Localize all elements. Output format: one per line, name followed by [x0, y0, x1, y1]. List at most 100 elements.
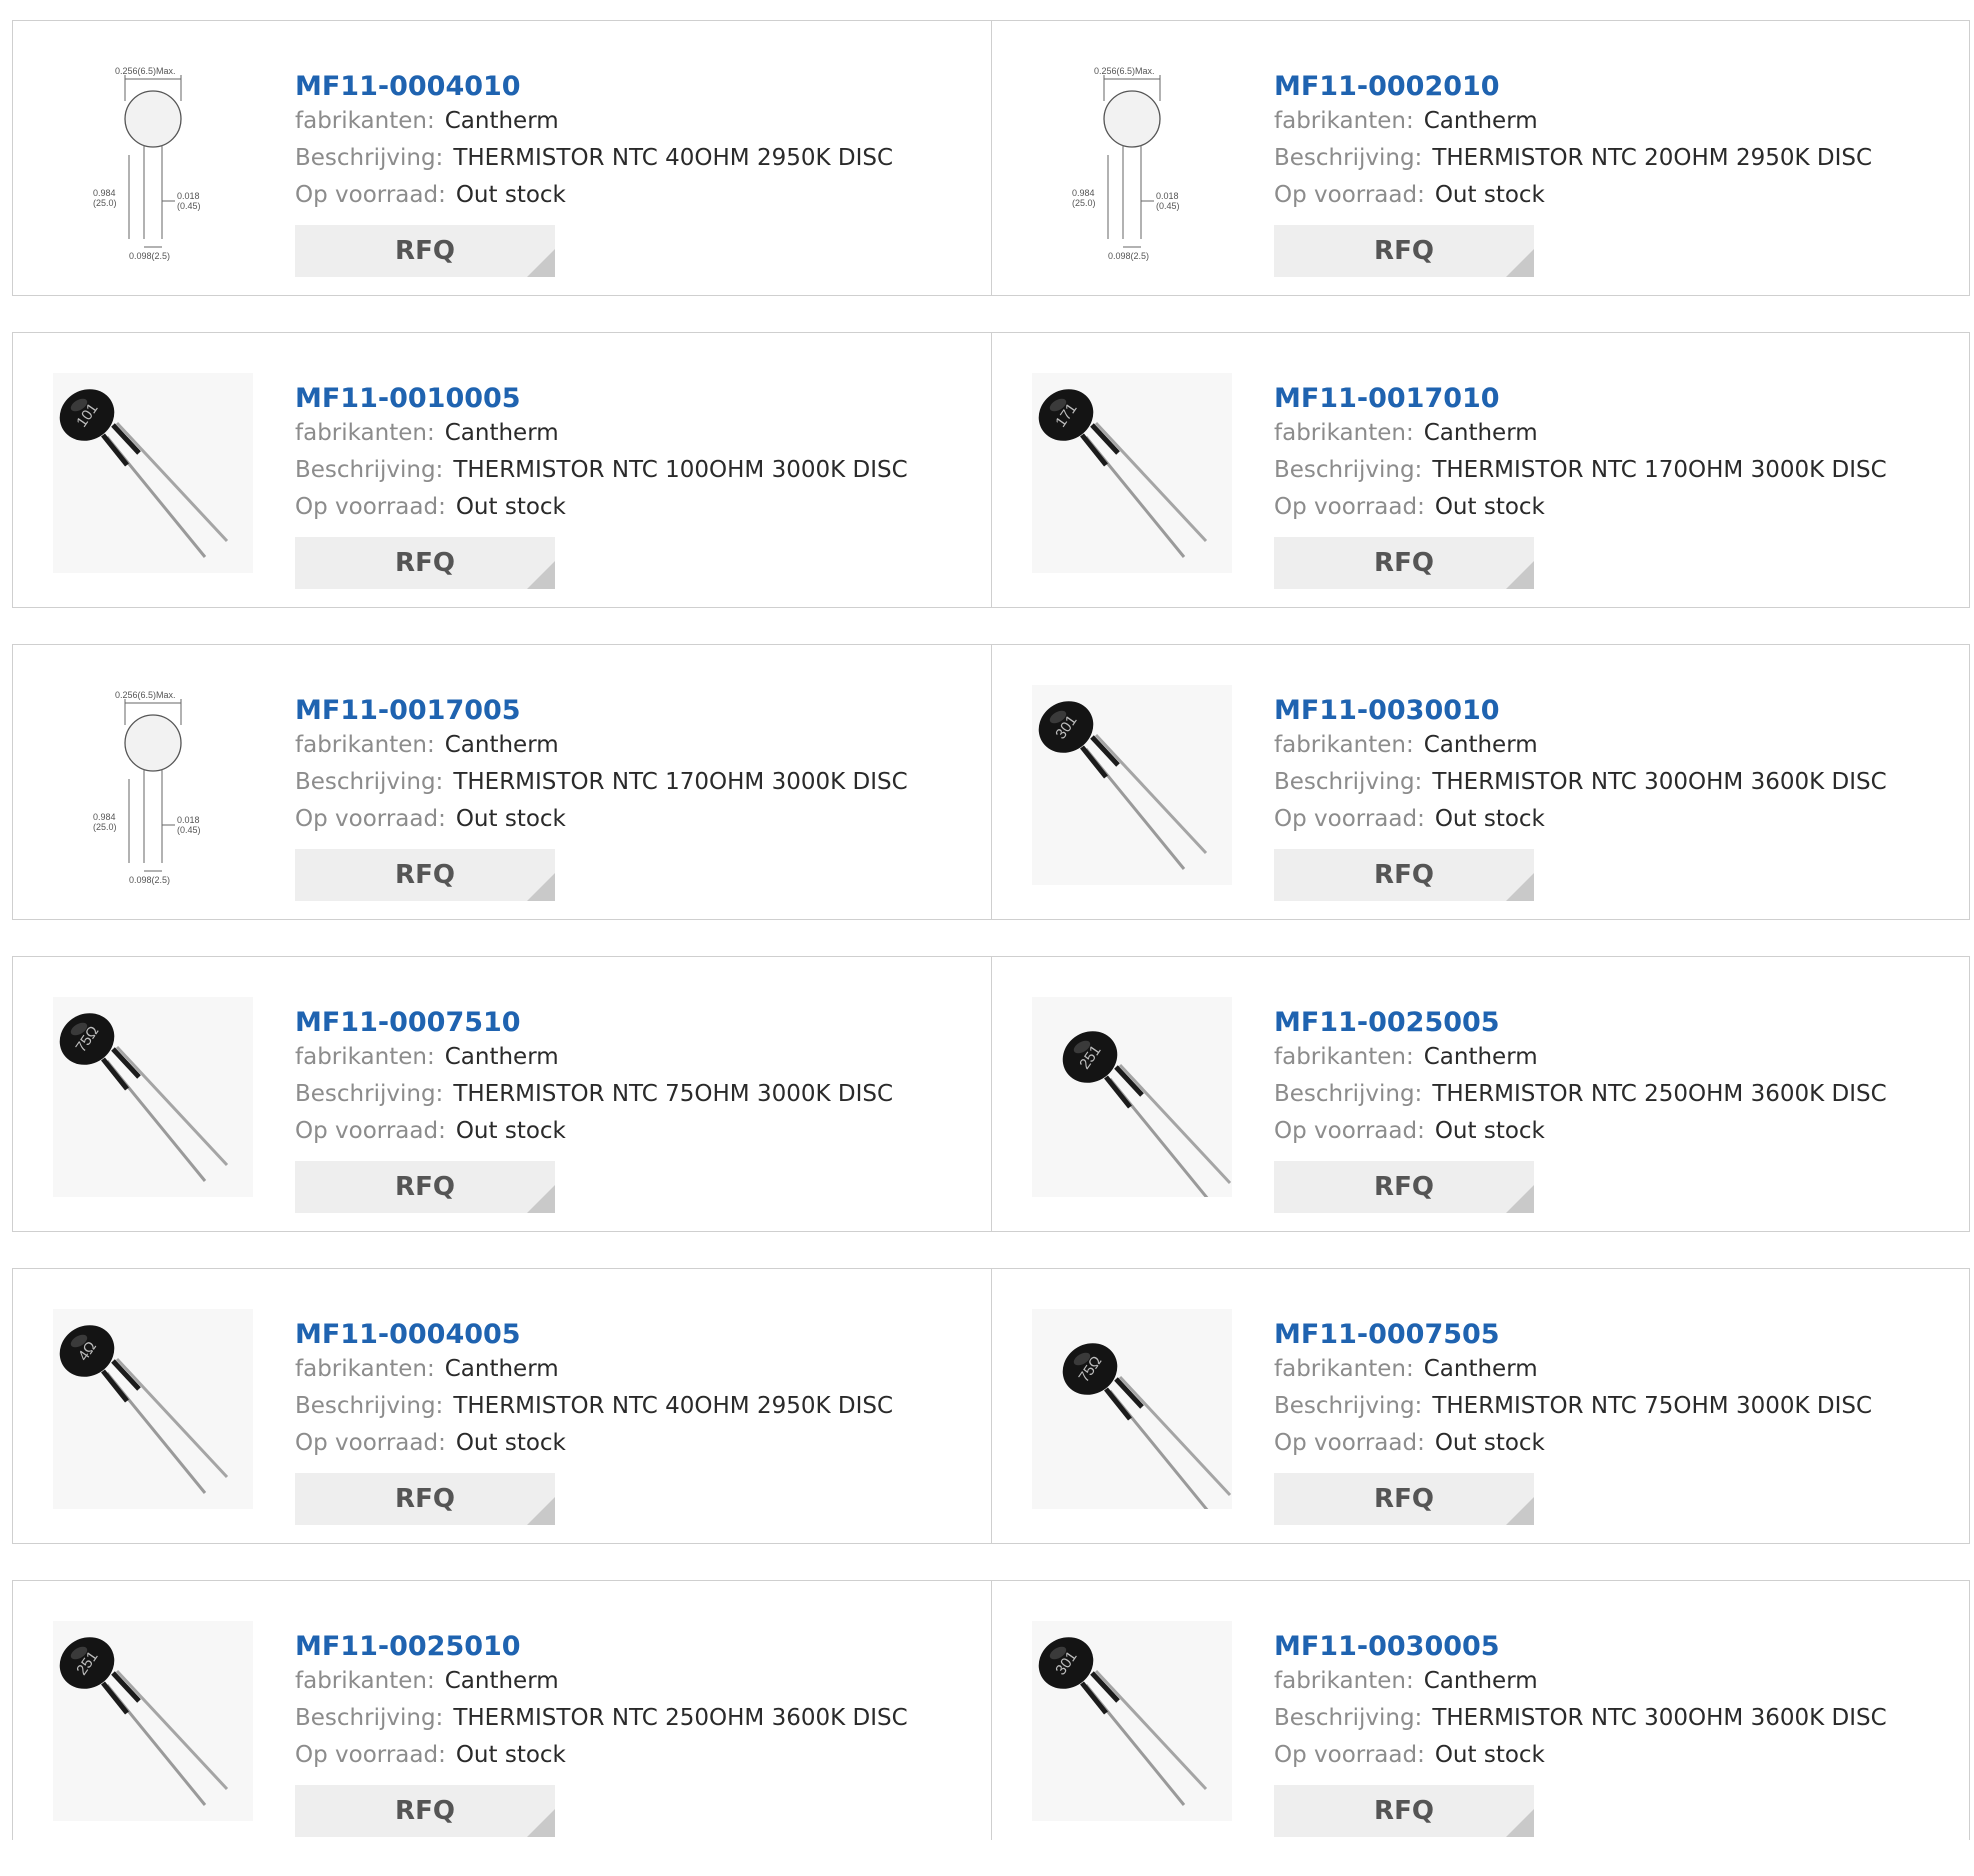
product-part-link[interactable]: MF11-0017005: [295, 697, 981, 727]
diagram-lead-label-mm: (0.45): [177, 825, 201, 835]
manufacturer-value: Cantherm: [1423, 1044, 1538, 1070]
product-part-link[interactable]: MF11-0030010: [1274, 697, 1959, 727]
product-card: 301 MF11-0030010 fabrikanten: Cantherm Besch…: [991, 645, 1969, 919]
corner-triangle-icon: [527, 561, 555, 589]
stock-label: Op voorraad:: [295, 1118, 446, 1144]
manufacturer-row: fabrikanten: Cantherm: [1274, 103, 1959, 140]
manufacturer-label: fabrikanten:: [295, 1668, 435, 1694]
diagram-length-label: 0.984: [93, 188, 116, 198]
product-card: 301 MF11-0030005 fabrikanten: Cantherm Besch…: [991, 1581, 1969, 1840]
manufacturer-value: Cantherm: [444, 1668, 559, 1694]
thermistor-photo[interactable]: 301: [1032, 1621, 1232, 1821]
description-row: Beschrijving: THERMISTOR NTC 250OHM 3600K…: [1274, 1076, 1959, 1113]
manufacturer-value: Cantherm: [444, 420, 559, 446]
manufacturer-value: Cantherm: [1423, 1668, 1538, 1694]
diagram-diameter-label: 0.256(6.5)Max.: [115, 690, 176, 700]
manufacturer-row: fabrikanten: Cantherm: [1274, 727, 1959, 764]
diagram-diameter-label: 0.256(6.5)Max.: [115, 66, 176, 76]
description-label: Beschrijving:: [295, 145, 444, 171]
rfq-button-label: RFQ: [1374, 236, 1434, 266]
rfq-button[interactable]: RFQ: [1274, 225, 1534, 277]
corner-triangle-icon: [527, 1185, 555, 1213]
rfq-button[interactable]: RFQ: [295, 849, 555, 901]
product-row: 101 MF11-0010005 fabrikanten: Cantherm Besch…: [12, 332, 1970, 608]
rfq-button[interactable]: RFQ: [295, 537, 555, 589]
product-part-link[interactable]: MF11-0017010: [1274, 385, 1959, 415]
product-part-link[interactable]: MF11-0025005: [1274, 1009, 1959, 1039]
product-part-link[interactable]: MF11-0025010: [295, 1633, 981, 1663]
description-value: THERMISTOR NTC 75OHM 3000K DISC: [1432, 1393, 1873, 1419]
product-card: 171 MF11-0017010 fabrikanten: Cantherm Besch…: [991, 333, 1969, 607]
manufacturer-label: fabrikanten:: [1274, 1044, 1414, 1070]
product-part-link[interactable]: MF11-0002010: [1274, 73, 1959, 103]
thermistor-photo[interactable]: 301: [1032, 685, 1232, 885]
product-info: MF11-0017005 fabrikanten: Cantherm Beschrij…: [295, 673, 981, 901]
dimension-diagram-image[interactable]: 0.256(6.5)Max. 0.984 (25.0) 0.018 (0.45) 0.09…: [53, 685, 253, 885]
manufacturer-row: fabrikanten: Cantherm: [1274, 415, 1959, 452]
thermistor-photo[interactable]: 4Ω: [53, 1309, 253, 1509]
product-card: 4Ω MF11-0004005 fabrikanten: Cantherm Beschr…: [13, 1269, 991, 1543]
thermistor-photo[interactable]: 171: [1032, 373, 1232, 573]
manufacturer-row: fabrikanten: Cantherm: [295, 727, 981, 764]
stock-label: Op voorraad:: [1274, 1118, 1425, 1144]
rfq-button[interactable]: RFQ: [1274, 849, 1534, 901]
rfq-button[interactable]: RFQ: [295, 1473, 555, 1525]
thermistor-photo[interactable]: 251: [1032, 997, 1232, 1197]
product-part-link[interactable]: MF11-0010005: [295, 385, 981, 415]
product-part-link[interactable]: MF11-0004005: [295, 1321, 981, 1351]
stock-label: Op voorraad:: [295, 182, 446, 208]
product-card: 0.256(6.5)Max. 0.984 (25.0) 0.018 (0.45) 0.09…: [13, 645, 991, 919]
manufacturer-label: fabrikanten:: [295, 1356, 435, 1382]
rfq-button[interactable]: RFQ: [295, 1161, 555, 1213]
manufacturer-label: fabrikanten:: [1274, 732, 1414, 758]
rfq-button[interactable]: RFQ: [1274, 1473, 1534, 1525]
stock-row: Op voorraad: Out stock: [295, 1737, 981, 1774]
rfq-button[interactable]: RFQ: [1274, 1161, 1534, 1213]
corner-triangle-icon: [1506, 1809, 1534, 1837]
corner-triangle-icon: [1506, 873, 1534, 901]
diagram-lead-label-mm: (0.45): [177, 201, 201, 211]
product-part-link[interactable]: MF11-0004010: [295, 73, 981, 103]
stock-value: Out stock: [455, 1742, 566, 1768]
description-row: Beschrijving: THERMISTOR NTC 40OHM 2950K …: [295, 1388, 981, 1425]
product-info: MF11-0030005 fabrikanten: Cantherm Beschrij…: [1274, 1609, 1959, 1837]
dimension-diagram-image[interactable]: 0.256(6.5)Max. 0.984 (25.0) 0.018 (0.45) 0.09…: [53, 61, 253, 261]
thermistor-photo[interactable]: 75Ω: [1032, 1309, 1232, 1509]
product-row: 251 MF11-0025010 fabrikanten: Cantherm Besch…: [12, 1580, 1970, 1840]
stock-value: Out stock: [1434, 1118, 1545, 1144]
product-part-link[interactable]: MF11-0007505: [1274, 1321, 1959, 1351]
description-label: Beschrijving:: [1274, 769, 1423, 795]
description-label: Beschrijving:: [1274, 457, 1423, 483]
description-row: Beschrijving: THERMISTOR NTC 75OHM 3000K …: [1274, 1388, 1959, 1425]
description-label: Beschrijving:: [1274, 1705, 1423, 1731]
product-grid: 0.256(6.5)Max. 0.984 (25.0) 0.018 (0.45) 0.09…: [12, 20, 1970, 1876]
rfq-button[interactable]: RFQ: [1274, 537, 1534, 589]
manufacturer-row: fabrikanten: Cantherm: [295, 1039, 981, 1076]
corner-triangle-icon: [527, 1497, 555, 1525]
thermistor-photo[interactable]: 101: [53, 373, 253, 573]
stock-row: Op voorraad: Out stock: [1274, 1425, 1959, 1462]
manufacturer-value: Cantherm: [444, 1356, 559, 1382]
manufacturer-value: Cantherm: [1423, 732, 1538, 758]
description-label: Beschrijving:: [295, 1705, 444, 1731]
product-part-link[interactable]: MF11-0007510: [295, 1009, 981, 1039]
stock-row: Op voorraad: Out stock: [295, 177, 981, 214]
product-card: 251 MF11-0025005 fabrikanten: Cantherm Besch…: [991, 957, 1969, 1231]
manufacturer-value: Cantherm: [1423, 1356, 1538, 1382]
dimension-diagram-image[interactable]: 0.256(6.5)Max. 0.984 (25.0) 0.018 (0.45) 0.09…: [1032, 61, 1232, 261]
product-card: 101 MF11-0010005 fabrikanten: Cantherm Besch…: [13, 333, 991, 607]
thermistor-photo[interactable]: 251: [53, 1621, 253, 1821]
description-label: Beschrijving:: [295, 457, 444, 483]
manufacturer-label: fabrikanten:: [1274, 1356, 1414, 1382]
manufacturer-label: fabrikanten:: [1274, 420, 1414, 446]
stock-row: Op voorraad: Out stock: [1274, 489, 1959, 526]
description-row: Beschrijving: THERMISTOR NTC 300OHM 3600K…: [1274, 764, 1959, 801]
rfq-button[interactable]: RFQ: [295, 1785, 555, 1837]
rfq-button[interactable]: RFQ: [1274, 1785, 1534, 1837]
rfq-button[interactable]: RFQ: [295, 225, 555, 277]
rfq-button-label: RFQ: [395, 860, 455, 890]
thermistor-photo[interactable]: 75Ω: [53, 997, 253, 1197]
product-part-link[interactable]: MF11-0030005: [1274, 1633, 1959, 1663]
rfq-button-label: RFQ: [395, 236, 455, 266]
product-info: MF11-0010005 fabrikanten: Cantherm Beschrij…: [295, 361, 981, 589]
